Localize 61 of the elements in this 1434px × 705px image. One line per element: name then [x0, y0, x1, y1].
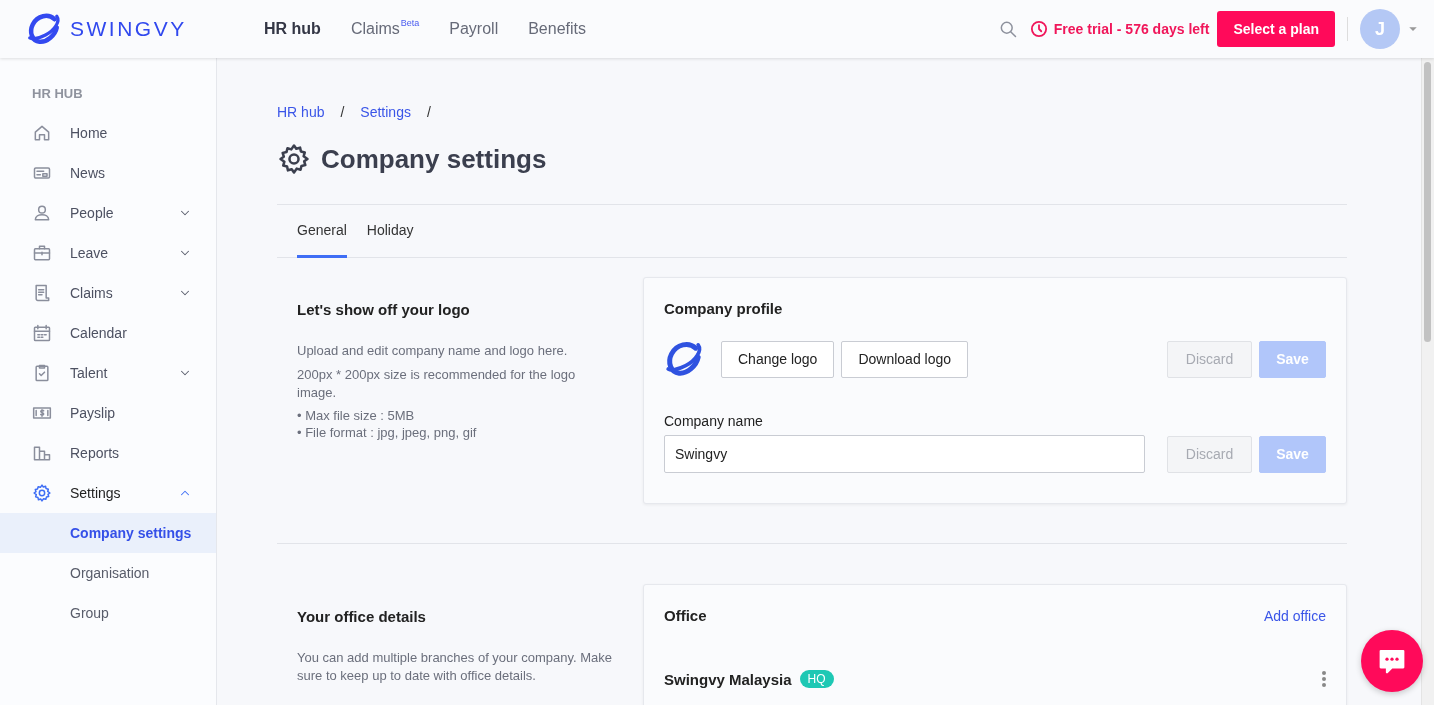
field-label: Company name — [664, 413, 764, 429]
clipboard-check-icon — [32, 363, 52, 383]
home-icon — [32, 123, 52, 143]
nav-link[interactable]: Claims$^{Beta}$ — [350, 18, 420, 40]
receipt-icon — [32, 283, 52, 303]
breadcrumb-link[interactable]: Settings — [360, 104, 411, 120]
description-text: Upload and edit company name and logo here. — [297, 342, 569, 360]
briefcase-icon — [32, 243, 52, 263]
logo-button[interactable]: Change logo — [721, 340, 835, 378]
sidebar-item[interactable]: Leave — [0, 233, 216, 273]
nav-link[interactable]: Benefits — [528, 18, 586, 40]
tab[interactable]: General — [297, 205, 347, 258]
section-heading: Your office details — [297, 608, 427, 625]
brand-name: SWINGVY — [70, 17, 187, 41]
clock-icon — [1029, 20, 1048, 38]
sidebar-item[interactable]: People — [0, 193, 216, 233]
card-title: Company profile — [664, 300, 784, 317]
trial-status: Free trial - 576 days left — [1053, 21, 1210, 37]
section-heading: HR HUB — [31, 86, 84, 101]
settings-icon — [277, 142, 311, 176]
chat-button[interactable] — [1361, 630, 1423, 692]
bullet-text: • Max file size : 5MB — [297, 408, 416, 423]
company-logo — [664, 339, 704, 379]
sidebar-item[interactable]: Calendar — [0, 313, 216, 353]
sidebar-subitem[interactable]: Organisation — [0, 553, 216, 593]
sidebar-subitem[interactable]: Group — [0, 593, 216, 633]
sidebar-item[interactable]: Settings — [0, 473, 216, 513]
description-text: You can add multiple branches of your company. Make sure to keep up to date with office details. — [297, 649, 613, 685]
scrollbar[interactable] — [1421, 58, 1434, 705]
caret-icon — [1408, 24, 1418, 34]
sidebar-item[interactable]: Claims — [0, 273, 216, 313]
breadcrumb-link[interactable]: HR hub — [277, 104, 325, 120]
scrollbar-thumb[interactable] — [1424, 62, 1431, 342]
add-office-link[interactable]: Add office — [1264, 607, 1326, 624]
card-title: Office — [664, 607, 707, 624]
sidebar-subitem[interactable]: Company settings — [0, 513, 216, 553]
company-name-field[interactable]: Swingvy — [664, 435, 1145, 473]
sidebar-item[interactable]: News — [0, 153, 216, 193]
sidebar-item[interactable]: Home — [0, 113, 216, 153]
select-plan-button[interactable]: Select a plan — [1217, 11, 1335, 47]
nav-link[interactable]: HR hub — [264, 18, 321, 40]
hq-badge: HQ — [799, 670, 834, 688]
page-title: Company settings — [321, 143, 547, 175]
breadcrumb-separator: / — [340, 104, 345, 120]
person-icon — [32, 203, 52, 223]
office-name: Swingvy Malaysia — [664, 670, 792, 688]
nav-link[interactable]: Payroll — [449, 18, 499, 40]
logo-icon — [26, 11, 62, 47]
sidebar-item[interactable]: Talent — [0, 353, 216, 393]
bullet-text: • File format : jpg, jpeg, png, gif — [297, 425, 478, 440]
logo-button[interactable]: Download logo — [841, 340, 969, 378]
calendar-icon — [32, 323, 52, 343]
sidebar-item[interactable]: Reports — [0, 433, 216, 473]
tab[interactable]: Holiday — [366, 205, 414, 258]
more-icon[interactable] — [1322, 671, 1326, 687]
description-text: 200px * 200px size is recommended for the logo image. — [297, 366, 577, 402]
section-heading: Let's show off your logo — [297, 301, 471, 318]
breadcrumb-separator: / — [426, 104, 431, 120]
settings-icon — [32, 483, 52, 503]
bar-chart-icon — [32, 443, 52, 463]
sidebar-item[interactable]: Payslip — [0, 393, 216, 433]
